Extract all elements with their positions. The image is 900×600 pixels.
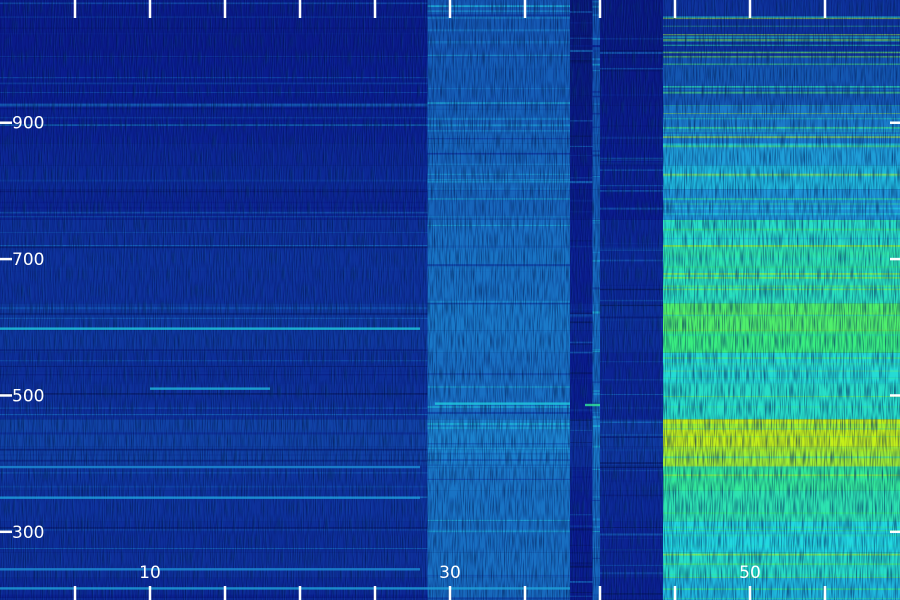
- narrowband-line: [435, 402, 570, 405]
- x-tick-label: 30: [439, 563, 461, 583]
- spectrogram-chart: 300 500 700 900 10 30 50: [0, 0, 900, 600]
- noise-speckle-light: [1, 0, 900, 600]
- y-tick-label: 900: [12, 114, 44, 134]
- y-tick-label: 300: [12, 523, 44, 543]
- spectrogram-figure: 300 500 700 900 10 30 50: [0, 0, 900, 600]
- narrowband-line: [0, 568, 420, 571]
- y-tick-label: 700: [12, 250, 44, 270]
- y-tick-label: 500: [12, 386, 44, 406]
- narrowband-line: [0, 496, 420, 499]
- narrowband-line: [585, 403, 600, 407]
- narrowband-line: [0, 587, 570, 590]
- x-tick-label: 10: [139, 563, 161, 583]
- speckle-overlay: [0, 0, 900, 600]
- narrowband-line: [150, 387, 270, 390]
- narrowband-line: [0, 465, 420, 469]
- x-tick-label: 50: [739, 563, 761, 583]
- narrowband-line: [0, 327, 420, 330]
